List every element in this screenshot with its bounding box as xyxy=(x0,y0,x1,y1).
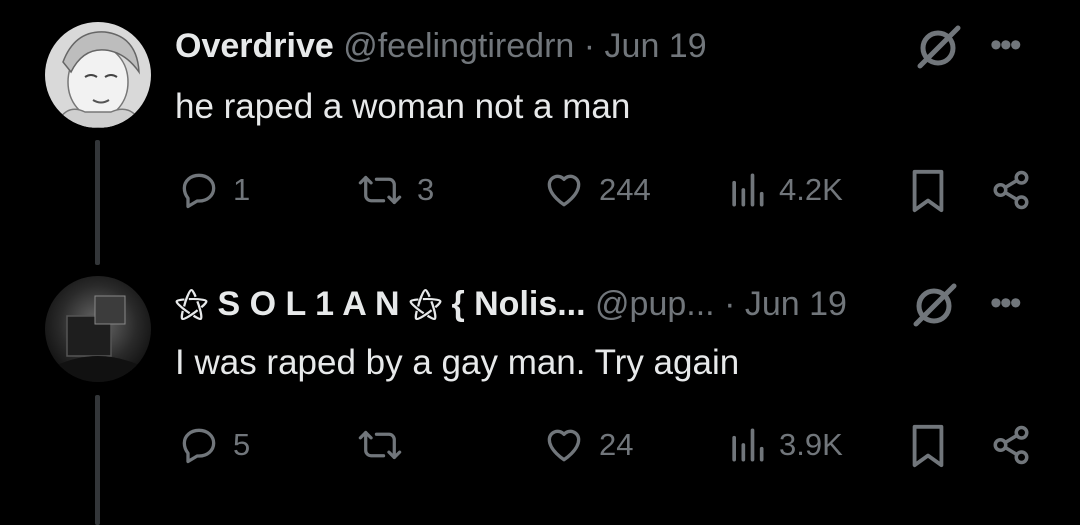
display-name[interactable]: ⚝ S O L 1 A N ⚝ { Nolis... xyxy=(175,285,586,323)
views-count: 4.2K xyxy=(779,172,843,207)
like-count: 24 xyxy=(599,427,634,462)
handle[interactable]: @feelingtiredrn xyxy=(343,27,574,65)
reply-count: 5 xyxy=(233,427,251,462)
views-button[interactable]: 3.9K xyxy=(727,423,843,467)
reply-button[interactable]: 1 xyxy=(177,168,250,212)
thread-line xyxy=(95,140,100,265)
repost-icon xyxy=(358,430,402,460)
tweet-text: he raped a woman not a man xyxy=(175,87,631,126)
reply-count: 1 xyxy=(233,172,251,207)
share-button[interactable] xyxy=(990,423,1032,467)
share-button[interactable] xyxy=(990,168,1032,212)
like-count: 244 xyxy=(599,172,651,207)
avatar[interactable] xyxy=(45,22,151,128)
avatar[interactable] xyxy=(45,276,151,382)
more-icon[interactable]: ••• xyxy=(990,283,1022,323)
thread-line xyxy=(95,395,100,525)
reply-icon xyxy=(182,173,216,209)
views-count: 3.9K xyxy=(779,427,843,462)
repost-count: 3 xyxy=(417,172,435,207)
views-button[interactable]: 4.2K xyxy=(727,168,843,212)
like-icon xyxy=(547,174,581,207)
like-button[interactable]: 24 xyxy=(541,423,633,467)
bookmark-button[interactable] xyxy=(908,423,948,469)
like-icon xyxy=(547,429,581,462)
date[interactable]: Jun 19 xyxy=(605,27,707,65)
reply-button[interactable]: 5 xyxy=(177,423,250,467)
more-icon[interactable]: ••• xyxy=(990,25,1022,65)
tweet-2[interactable]: ⚝ S O L 1 A N ⚝ { Nolis... @pup... · Jun… xyxy=(0,270,1080,525)
separator: · xyxy=(724,285,736,323)
tweet-header: Overdrive @feelingtiredrn · Jun 19 xyxy=(175,26,707,66)
tweet-1[interactable]: Overdrive @feelingtiredrn · Jun 19 ••• h… xyxy=(0,0,1080,270)
grok-icon[interactable] xyxy=(912,22,964,74)
grok-icon[interactable] xyxy=(908,280,960,332)
share-icon xyxy=(993,425,1029,465)
handle[interactable]: @pup... xyxy=(595,285,715,323)
bookmark-icon xyxy=(912,169,944,213)
share-icon xyxy=(993,170,1029,210)
views-icon xyxy=(732,173,764,207)
tweet-text: I was raped by a gay man. Try again xyxy=(175,343,740,382)
tweet-header: ⚝ S O L 1 A N ⚝ { Nolis... @pup... · Jun… xyxy=(175,284,847,324)
repost-icon xyxy=(358,175,402,205)
like-button[interactable]: 244 xyxy=(541,168,651,212)
repost-button[interactable] xyxy=(355,423,417,467)
bookmark-button[interactable] xyxy=(908,168,948,214)
repost-button[interactable]: 3 xyxy=(355,168,434,212)
date[interactable]: Jun 19 xyxy=(745,285,847,323)
reply-icon xyxy=(182,428,216,464)
separator: · xyxy=(583,27,596,65)
display-name[interactable]: Overdrive xyxy=(175,27,334,65)
bookmark-icon xyxy=(912,424,944,468)
views-icon xyxy=(732,428,764,462)
